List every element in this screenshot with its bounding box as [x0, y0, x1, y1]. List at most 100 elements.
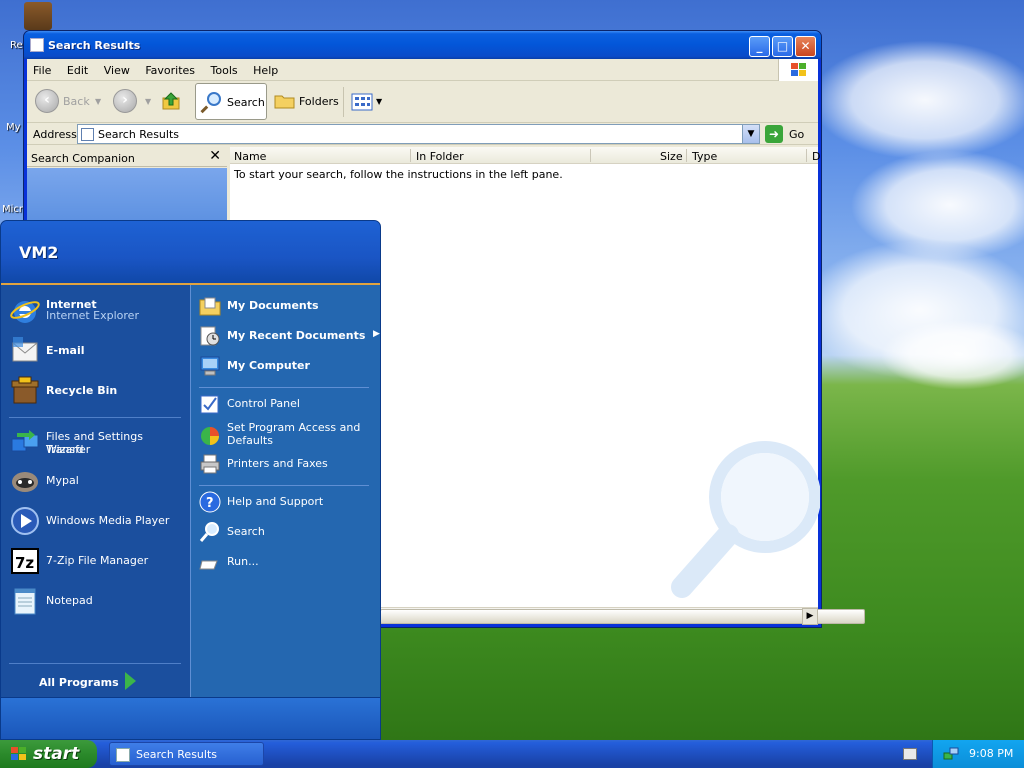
- address-value: Search Results: [98, 128, 180, 141]
- up-folder-icon[interactable]: [161, 91, 183, 111]
- menu-help[interactable]: Help: [247, 59, 284, 81]
- go-button[interactable]: ➜ Go: [765, 124, 813, 144]
- start-menu-header: VM2: [1, 221, 380, 285]
- right-item-printers[interactable]: Printers and Faxes: [199, 451, 379, 477]
- forward-dropdown-icon[interactable]: ▼: [145, 97, 151, 106]
- start-menu-footer: [1, 697, 380, 739]
- views-dropdown-icon[interactable]: ▼: [376, 97, 382, 106]
- search-watermark-icon: [671, 441, 820, 598]
- menu-view[interactable]: View: [98, 59, 136, 81]
- user-name: VM2: [19, 243, 59, 262]
- search-companion-body[interactable]: [27, 168, 227, 228]
- media-player-icon: [11, 507, 39, 535]
- search-button[interactable]: Search: [195, 83, 267, 120]
- toolbar: ‹ Back ▼ › ▼ Search Folders ▼: [27, 81, 818, 123]
- svg-text:7z: 7z: [15, 554, 34, 572]
- right-item-run[interactable]: Run...: [199, 549, 379, 575]
- taskbar: start Search Results 9:08 PM: [0, 740, 1024, 768]
- right-item-my-documents[interactable]: My Documents: [199, 293, 379, 319]
- start-menu-divider: [9, 417, 181, 418]
- windows-flag-icon: [11, 747, 26, 760]
- folders-icon[interactable]: [274, 92, 296, 110]
- recent-item-label: Notepad: [46, 594, 93, 607]
- column-size[interactable]: Size: [660, 150, 683, 163]
- pinned-item-internet[interactable]: Internet Internet Explorer: [9, 293, 185, 329]
- clock[interactable]: 9:08 PM: [969, 747, 1013, 760]
- start-menu-divider: [199, 485, 369, 486]
- recent-item-transfer-wizard[interactable]: Files and Settings Transfer Wizard: [9, 425, 185, 461]
- desktop-icon-label[interactable]: Re: [10, 40, 23, 51]
- column-divider[interactable]: [806, 149, 807, 162]
- menu-tools[interactable]: Tools: [205, 59, 244, 81]
- column-divider[interactable]: [686, 149, 687, 162]
- column-divider[interactable]: [590, 149, 591, 162]
- right-item-program-access[interactable]: Set Program Access and Defaults: [199, 419, 379, 453]
- column-date[interactable]: D: [812, 150, 820, 163]
- folders-button-label[interactable]: Folders: [299, 95, 339, 108]
- search-results-doc-icon: [81, 128, 94, 141]
- start-button[interactable]: start: [0, 740, 97, 768]
- scrollbar-thumb[interactable]: [380, 609, 865, 624]
- recent-item-label: Windows Media Player: [46, 514, 170, 527]
- right-item-label-line2: Defaults: [227, 434, 273, 447]
- desktop-icon-recycle[interactable]: [24, 2, 52, 30]
- cloud: [880, 320, 1024, 390]
- search-companion-title: Search Companion: [31, 152, 135, 165]
- forward-arrow-icon[interactable]: ›: [113, 89, 137, 113]
- menu-file[interactable]: File: [27, 59, 57, 81]
- right-item-label: Help and Support: [227, 495, 324, 508]
- green-arrow-icon: [125, 672, 136, 690]
- desktop-icon-label[interactable]: Micr: [2, 204, 23, 215]
- recent-item-media-player[interactable]: Windows Media Player: [9, 503, 185, 539]
- views-icon[interactable]: [351, 93, 375, 111]
- pinned-item-recycle-bin[interactable]: Recycle Bin: [9, 373, 185, 409]
- all-programs-button[interactable]: All Programs: [39, 671, 149, 693]
- start-menu-divider: [9, 663, 181, 664]
- menu-favorites[interactable]: Favorites: [139, 59, 201, 81]
- column-type[interactable]: Type: [692, 150, 717, 163]
- window-titlebar[interactable]: Search Results _ □ ✕: [24, 31, 821, 59]
- recycle-bin-icon: [11, 376, 39, 404]
- right-item-my-computer[interactable]: My Computer: [199, 353, 379, 379]
- start-menu-divider: [199, 387, 369, 388]
- column-headers: Name In Folder Size Type D: [230, 147, 820, 164]
- address-dropdown-icon[interactable]: ▼: [742, 125, 759, 143]
- column-in-folder[interactable]: In Folder: [416, 150, 464, 163]
- run-icon: [199, 560, 218, 570]
- internet-explorer-icon: [10, 301, 40, 323]
- right-item-search[interactable]: Search: [199, 519, 379, 545]
- maximize-button[interactable]: □: [772, 36, 793, 57]
- desktop-icon-label[interactable]: My: [6, 122, 21, 133]
- menu-edit[interactable]: Edit: [61, 59, 94, 81]
- network-icon[interactable]: [943, 746, 959, 762]
- minimize-button[interactable]: _: [749, 36, 770, 57]
- column-name[interactable]: Name: [234, 150, 266, 163]
- taskbar-window-label: Search Results: [136, 748, 218, 761]
- keyboard-icon[interactable]: [903, 748, 917, 760]
- recent-item-mypal[interactable]: Mypal: [9, 463, 185, 499]
- recent-item-7zip[interactable]: 7z 7-Zip File Manager: [9, 543, 185, 579]
- scroll-right-arrow-icon[interactable]: ▶: [802, 608, 818, 625]
- back-dropdown-icon[interactable]: ▼: [95, 97, 101, 106]
- pinned-item-email[interactable]: E-mail: [9, 333, 185, 369]
- recent-item-notepad[interactable]: Notepad: [9, 583, 185, 619]
- start-menu-left-column: Internet Internet Explorer E-mail Recycl…: [1, 285, 190, 697]
- right-item-help[interactable]: ? Help and Support: [199, 489, 379, 515]
- companion-close-icon[interactable]: ✕: [209, 148, 221, 164]
- right-item-label: Run...: [227, 555, 259, 568]
- my-documents-icon: [199, 297, 221, 316]
- search-results-doc-icon: [30, 38, 44, 52]
- recent-item-label: Mypal: [46, 474, 79, 487]
- back-button-label[interactable]: Back: [63, 95, 90, 108]
- back-arrow-icon[interactable]: ‹: [35, 89, 59, 113]
- close-button[interactable]: ✕: [795, 36, 816, 57]
- horizontal-scrollbar[interactable]: ▶: [380, 607, 865, 625]
- program-access-icon: [201, 427, 219, 445]
- address-input[interactable]: Search Results ▼: [77, 124, 760, 144]
- column-divider[interactable]: [410, 149, 411, 162]
- right-item-recent-documents[interactable]: My Recent Documents ▶: [199, 323, 380, 349]
- help-icon: ?: [199, 491, 221, 513]
- all-programs-label: All Programs: [39, 676, 119, 689]
- taskbar-window-button[interactable]: Search Results: [109, 742, 264, 766]
- right-item-control-panel[interactable]: Control Panel: [199, 391, 379, 417]
